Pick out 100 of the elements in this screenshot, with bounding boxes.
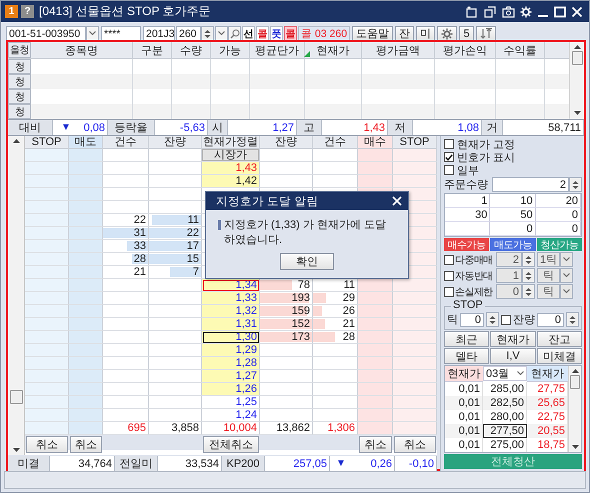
option-price[interactable]: 0,01 — [445, 396, 483, 410]
order-quantity[interactable]: 193 — [292, 292, 310, 304]
panel-button[interactable]: 잔고 — [536, 331, 582, 347]
unit-dropdown[interactable]: 틱 — [537, 268, 560, 283]
price-cell[interactable]: 1,28 — [202, 357, 260, 370]
quantity-field[interactable]: 2 — [492, 177, 569, 192]
strike-price[interactable]: 275,00 — [483, 438, 527, 452]
instrument-button[interactable]: 콜 — [256, 26, 269, 41]
preset-quantity[interactable]: 10 — [490, 194, 536, 208]
price-cell[interactable]: 1,29 — [202, 344, 260, 357]
cancel-button[interactable]: 취소 — [394, 436, 436, 453]
panel-button[interactable]: 현재가 — [490, 331, 536, 347]
order-quantity[interactable]: 26 — [342, 305, 355, 317]
cancel-button[interactable]: 취소 — [70, 436, 102, 453]
toolbar-button[interactable]: 미 — [416, 26, 435, 41]
price-cell[interactable]: 1,42 — [202, 175, 260, 188]
order-quantity[interactable]: 22 — [186, 227, 199, 239]
availability-button[interactable]: 매수가능 — [444, 238, 490, 251]
strike-price[interactable]: 277,50 — [483, 424, 527, 438]
column-header: 수량 — [172, 42, 211, 58]
window-title: [0413] 선물옵션 STOP 호가주문 — [39, 3, 211, 20]
order-quantity[interactable]: 28 — [134, 253, 146, 265]
checkbox-label[interactable]: 손실제한 — [455, 284, 496, 298]
index-change: 0,26 — [370, 458, 392, 470]
order-quantity[interactable]: 78 — [298, 279, 310, 291]
checkbox-label[interactable]: 자동반대 — [455, 268, 496, 282]
order-quantity[interactable]: 11 — [188, 214, 199, 226]
order-quantity[interactable]: 173 — [292, 331, 310, 343]
order-quantity[interactable]: 15 — [186, 253, 199, 265]
panel-button[interactable]: I,V — [490, 348, 536, 364]
order-quantity[interactable]: 17 — [186, 240, 199, 252]
number-field[interactable]: 0 — [496, 284, 522, 299]
market-order-button[interactable]: 시장가 — [202, 149, 259, 161]
preset-quantity[interactable]: 20 — [536, 194, 581, 208]
remain-field[interactable]: 0 — [537, 312, 564, 326]
option-price[interactable]: 25,65 — [527, 396, 568, 410]
change-sign: ▼ — [61, 122, 71, 133]
preset-quantity[interactable]: 0 — [536, 208, 581, 222]
preset-quantity[interactable]: 0 — [536, 222, 581, 236]
checkbox-label[interactable]: 다중매매 — [455, 252, 496, 266]
checkbox-label[interactable]: 잔량 — [513, 312, 535, 327]
price-cell[interactable]: 1,32 — [202, 305, 260, 318]
clear-button[interactable]: 청 — [8, 104, 31, 119]
account-field[interactable]: 001-51-003950 — [6, 26, 86, 41]
order-quantity[interactable]: 31 — [134, 227, 146, 239]
order-quantity[interactable]: 22 — [134, 214, 146, 226]
checkbox-label[interactable]: 현재가 고정 — [457, 136, 516, 152]
price-cell[interactable]: 1,26 — [202, 383, 260, 396]
availability-button[interactable]: 매도가능 — [490, 238, 536, 251]
password-field[interactable]: **** — [101, 26, 141, 41]
preset-quantity[interactable]: 50 — [490, 208, 536, 222]
panel-button[interactable]: 델타 — [444, 348, 490, 364]
number-field[interactable]: 1 — [496, 268, 522, 283]
clear-button[interactable]: 청 — [8, 74, 31, 89]
toolbar-button[interactable]: 도움말 — [352, 26, 393, 41]
option-price[interactable]: 0,01 — [445, 438, 483, 452]
confirm-button[interactable]: 확인 — [280, 253, 334, 270]
instrument-button[interactable]: 풋 — [270, 26, 283, 41]
price-cell[interactable]: 1,25 — [202, 396, 260, 409]
number-field[interactable]: 2 — [496, 252, 522, 267]
unit-dropdown[interactable]: 1틱 — [537, 252, 560, 267]
month-value: 03월 — [486, 367, 510, 381]
option-price[interactable]: 20,55 — [527, 424, 568, 438]
panel-button[interactable]: 미체결 — [536, 348, 582, 364]
checkbox-label[interactable]: 빈호가 표시 — [457, 150, 516, 164]
order-quantity[interactable]: 33 — [134, 240, 146, 252]
order-quantity[interactable]: 11 — [344, 279, 355, 291]
month-dropdown[interactable]: 03월 — [483, 366, 527, 381]
toolbar-button[interactable]: 잔 — [395, 26, 414, 41]
price-cell[interactable]: 1,24 — [202, 409, 260, 422]
strike-price[interactable]: 282,50 — [483, 396, 527, 410]
order-quantity[interactable]: 21 — [134, 266, 146, 278]
clear-button[interactable]: 청 — [8, 89, 31, 104]
unit-dropdown[interactable]: 틱 — [537, 284, 560, 299]
order-quantity[interactable]: 21 — [342, 318, 355, 330]
code-field[interactable]: 201J3 — [143, 26, 175, 41]
clear-button[interactable]: 청 — [8, 59, 31, 74]
order-quantity[interactable]: 152 — [292, 318, 310, 330]
panel-button[interactable]: 최근 — [444, 331, 490, 347]
order-quantity[interactable]: 159 — [292, 305, 310, 317]
option-price[interactable]: 0,01 — [445, 424, 483, 438]
checkbox-label[interactable]: 일부 — [457, 162, 479, 178]
instrument-button[interactable]: 선 — [242, 26, 255, 41]
price-cell[interactable]: 1,27 — [202, 370, 260, 383]
clear-all-button[interactable]: 올청 — [8, 42, 31, 58]
preset-quantity[interactable]: 30 — [445, 208, 490, 222]
cancel-all-button[interactable]: 전체취소 — [203, 436, 259, 453]
preset-quantity[interactable]: 0 — [490, 222, 536, 236]
strike-field[interactable]: 260 — [176, 26, 201, 41]
order-quantity[interactable]: 29 — [342, 292, 355, 304]
order-quantity[interactable]: 7 — [192, 266, 199, 278]
cancel-button[interactable]: 취소 — [26, 436, 68, 453]
price-cell[interactable]: 1,33 — [202, 292, 260, 305]
order-quantity[interactable]: 28 — [342, 331, 355, 343]
price-cell[interactable]: 1,31 — [202, 318, 260, 331]
cancel-button[interactable]: 취소 — [359, 436, 392, 453]
count-button[interactable]: 5 — [459, 26, 474, 41]
price-cell[interactable]: 1,43 — [202, 162, 260, 175]
tick-field[interactable]: 0 — [460, 312, 484, 326]
preset-quantity[interactable]: 1 — [445, 194, 490, 208]
